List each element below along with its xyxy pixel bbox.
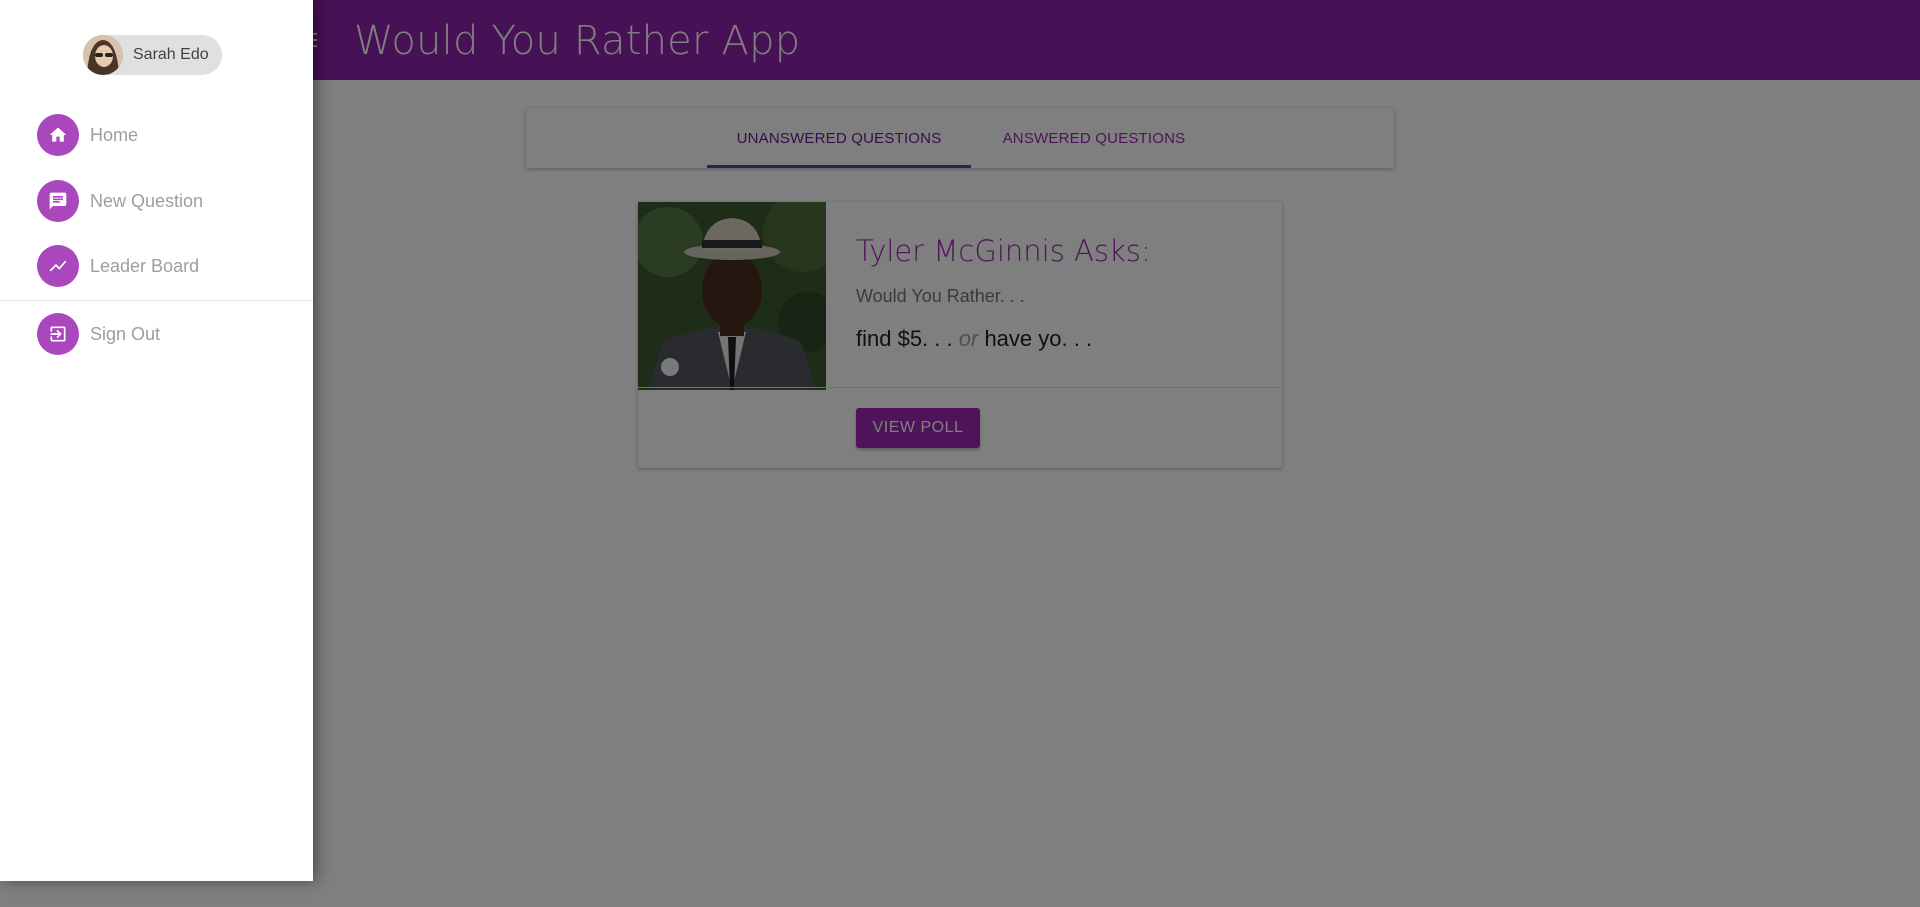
nav-item-label: Home [90,124,139,145]
nav-item-label: Leader Board [90,255,200,276]
exit-icon [37,313,79,355]
nav-item-leader-board[interactable]: Leader Board [37,245,199,287]
drawer-divider [0,300,313,301]
chat-icon [37,180,79,222]
nav-item-home[interactable]: Home [37,114,138,156]
user-name: Sarah Edo [133,46,209,63]
nav-item-new-question[interactable]: New Question [37,180,203,222]
nav-item-label: New Question [90,190,204,211]
home-icon [37,114,79,156]
avatar [83,35,123,75]
trending-up-icon [37,245,79,287]
nav-item-label: Sign Out [90,323,161,344]
nav-item-sign-out[interactable]: Sign Out [37,313,160,355]
side-drawer: Sarah Edo Home New Question Leader Board… [0,0,313,881]
user-chip[interactable]: Sarah Edo [83,35,222,75]
